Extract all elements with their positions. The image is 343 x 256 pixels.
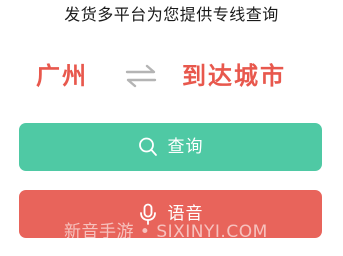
page-subtitle: 发货多平台为您提供专线查询 [64, 5, 279, 24]
search-icon [138, 137, 157, 156]
query-button[interactable]: 查询 [19, 123, 322, 171]
route-selector: 广州 到达城市 [0, 56, 343, 96]
to-city[interactable]: 到达城市 [182, 56, 286, 96]
watermark-text: 新音手游 • SIXINYI.COM [64, 222, 268, 242]
swap-arrows-icon[interactable] [124, 64, 158, 88]
from-city[interactable]: 广州 [36, 56, 88, 96]
query-button-label: 查询 [167, 137, 204, 157]
